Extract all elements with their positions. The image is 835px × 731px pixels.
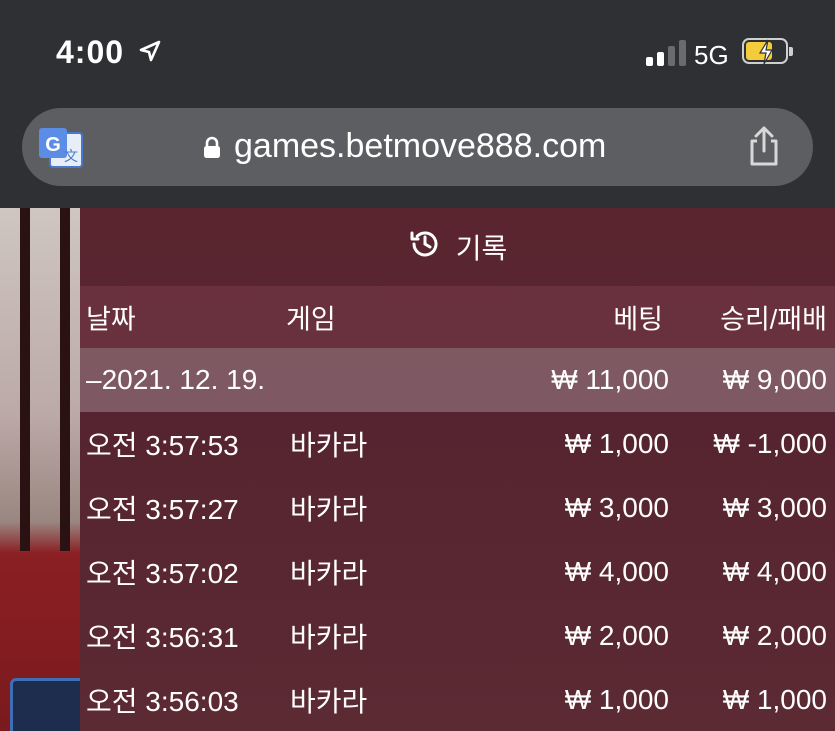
status-bar: 4:00 5G: [0, 0, 835, 100]
translate-icon[interactable]: G 文: [38, 127, 84, 174]
date-summary-row[interactable]: –2021. 12. 19. ₩ 11,000 ₩ 9,000: [80, 348, 835, 412]
row-game: 바카라: [290, 430, 368, 461]
table-row[interactable]: 오전 3:57:53 바카라 ₩ 1,000 ₩ -1,000: [80, 412, 835, 476]
row-bet: ₩ 4,000: [564, 556, 669, 587]
row-time: 오전 3:56:03: [86, 686, 239, 717]
history-title: 기록: [455, 233, 508, 264]
row-time: 오전 3:57:27: [86, 494, 239, 525]
column-result: 승리/패배: [720, 304, 827, 335]
row-result: ₩ 4,000: [722, 556, 827, 587]
row-result: ₩ 2,000: [722, 620, 827, 651]
lock-icon: [202, 136, 222, 165]
row-result: ₩ 1,000: [722, 684, 827, 715]
address-bar[interactable]: G 文 games.betmove888.com: [22, 108, 813, 186]
status-time: 4:00: [56, 34, 162, 71]
row-time: 오전 3:56:31: [86, 622, 239, 653]
game-background: [0, 208, 88, 731]
table-row[interactable]: 오전 3:56:03 바카라 ₩ 1,000 ₩ 1,000: [80, 668, 835, 731]
clock-text: 4:00: [56, 34, 125, 70]
column-date: 날짜: [86, 304, 136, 335]
history-panel: 기록 날짜 게임 베팅 승리/패배 –2021. 12. 19. ₩ 11,00…: [80, 208, 835, 731]
row-result: ₩ 3,000: [722, 492, 827, 523]
network-type: 5G: [694, 40, 729, 70]
row-bet: ₩ 1,000: [564, 428, 669, 459]
column-bet: 베팅: [613, 304, 663, 335]
column-game: 게임: [286, 304, 336, 335]
row-game: 바카라: [290, 494, 368, 525]
summary-result: ₩ 9,000: [722, 364, 827, 395]
location-arrow-icon: [138, 34, 162, 71]
row-game: 바카라: [290, 622, 368, 653]
svg-text:文: 文: [64, 149, 78, 165]
history-header: 기록: [80, 208, 835, 286]
battery-charging-icon: [742, 38, 793, 65]
row-time: 오전 3:57:02: [86, 558, 239, 589]
table-header: 날짜 게임 베팅 승리/패배: [80, 286, 835, 348]
table-row[interactable]: 오전 3:56:31 바카라 ₩ 2,000 ₩ 2,000: [80, 604, 835, 668]
game-control-button[interactable]: [10, 678, 88, 731]
url-text[interactable]: games.betmove888.com: [234, 127, 606, 166]
table-row[interactable]: 오전 3:57:27 바카라 ₩ 3,000 ₩ 3,000: [80, 476, 835, 540]
summary-date: –2021. 12. 19.: [86, 364, 266, 395]
row-bet: ₩ 3,000: [564, 492, 669, 523]
row-game: 바카라: [290, 686, 368, 717]
share-icon[interactable]: [746, 125, 782, 172]
svg-text:G: G: [45, 134, 61, 156]
row-bet: ₩ 2,000: [564, 620, 669, 651]
cell-signal-icon: [646, 40, 686, 66]
table-row[interactable]: 오전 3:57:02 바카라 ₩ 4,000 ₩ 4,000: [80, 540, 835, 604]
summary-bet: ₩ 11,000: [551, 364, 669, 395]
history-icon: [408, 227, 442, 268]
row-time: 오전 3:57:53: [86, 430, 239, 461]
row-result: ₩ -1,000: [713, 428, 827, 459]
row-game: 바카라: [290, 558, 368, 589]
row-bet: ₩ 1,000: [564, 684, 669, 715]
web-content: 기록 날짜 게임 베팅 승리/패배 –2021. 12. 19. ₩ 11,00…: [0, 208, 835, 731]
